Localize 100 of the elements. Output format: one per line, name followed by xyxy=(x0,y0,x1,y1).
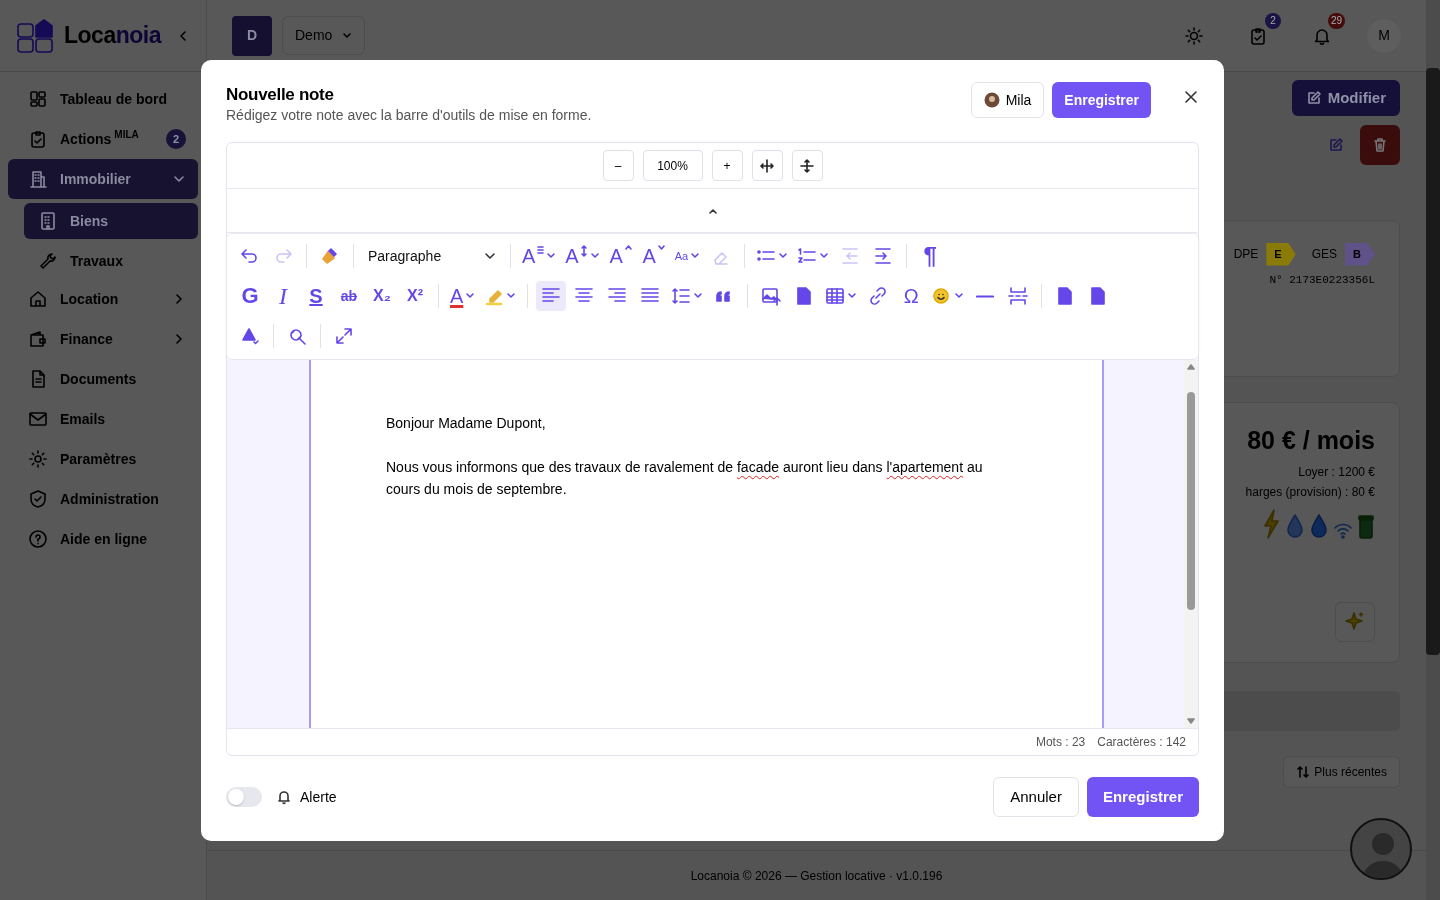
author-button[interactable]: Mila xyxy=(970,82,1045,118)
line-height-icon xyxy=(671,286,692,307)
collapse-icon[interactable] xyxy=(707,206,718,215)
paintbrush-icon xyxy=(320,246,340,267)
font-family-button[interactable]: A xyxy=(519,241,560,272)
vertical-arrows-icon xyxy=(580,245,588,258)
sidebar-item[interactable]: Location xyxy=(8,279,198,319)
edit-icon[interactable] xyxy=(1328,137,1344,153)
sidebar-label: Location xyxy=(60,289,119,309)
zoom-out-button[interactable]: – xyxy=(602,150,634,182)
sun-icon xyxy=(1184,25,1204,46)
page-break-icon xyxy=(1008,286,1029,307)
wifi-icon xyxy=(1333,521,1353,539)
sidebar-label: Travaux xyxy=(70,251,123,271)
save-button[interactable]: Enregistrer xyxy=(1052,82,1151,118)
sidebar-label: Tableau de bord xyxy=(60,89,168,109)
sidebar-label: Documents xyxy=(60,369,137,389)
scroll-down-icon[interactable] xyxy=(1187,718,1195,725)
close-button[interactable] xyxy=(1185,90,1199,105)
move-vertical-icon xyxy=(799,157,815,174)
sidebar-item[interactable]: Emails xyxy=(8,399,198,439)
settings-icon xyxy=(28,449,48,469)
formatting-marks-button[interactable]: ¶ xyxy=(915,241,946,272)
scrollbar[interactable] xyxy=(1426,0,1440,900)
trash-icon xyxy=(1372,137,1388,153)
caret-icon xyxy=(342,30,353,41)
scroll-up-icon[interactable] xyxy=(1187,364,1195,371)
outdent-icon xyxy=(840,246,861,267)
table-icon xyxy=(825,286,846,307)
sidebar-item[interactable]: Tableau de bord xyxy=(8,79,198,119)
block-format-select[interactable]: Paragraphe xyxy=(362,241,502,272)
certificate-number: N° 2173E0223356L xyxy=(1268,272,1375,288)
sort-icon xyxy=(1296,765,1311,779)
sort-button[interactable]: Plus récentes xyxy=(1283,756,1400,788)
energy-label: DPE xyxy=(1233,246,1259,264)
zoom-in-button[interactable]: + xyxy=(711,150,743,182)
user-avatar[interactable]: M xyxy=(1367,18,1401,53)
sidebar-item[interactable]: Administration xyxy=(8,479,198,519)
paragraph: Nous vous informons que des travaux de ravalement de facade auront lieu dans l'apartement au cours du mois de septembre. xyxy=(386,458,984,500)
clipboard-icon xyxy=(28,129,48,149)
sidebar-item[interactable]: Aide en ligne xyxy=(8,519,198,559)
sidebar-item[interactable]: Finance xyxy=(8,319,198,359)
workspace-dropdown[interactable]: Demo xyxy=(282,16,366,55)
fit-height-button[interactable] xyxy=(791,150,823,182)
dashboard-icon xyxy=(28,89,48,109)
sidebar-label: Aide en ligne xyxy=(60,529,148,549)
strikethrough-button[interactable]: ab xyxy=(334,281,364,312)
sparkle-button[interactable] xyxy=(1335,602,1375,642)
sidebar-subitem[interactable]: Travaux xyxy=(24,243,198,279)
edit-icon xyxy=(1305,90,1322,106)
energy-grade: E xyxy=(1266,243,1296,266)
shrink-font-button[interactable]: A xyxy=(638,241,669,272)
underline-button[interactable]: S xyxy=(301,281,331,312)
rent-total: 80 € / mois xyxy=(1247,425,1375,455)
bold-button[interactable]: G xyxy=(235,281,265,312)
font-size-button[interactable]: A xyxy=(562,241,603,272)
scrollbar[interactable] xyxy=(1184,360,1198,729)
energy-label: GES xyxy=(1311,246,1338,264)
fit-width-button[interactable] xyxy=(751,150,783,182)
cancel-button[interactable]: Annuler xyxy=(993,777,1079,817)
symbol-button[interactable]: Ω xyxy=(896,281,927,312)
superscript-button[interactable]: X² xyxy=(400,281,430,312)
drop-icon xyxy=(1285,513,1305,539)
sidebar-item[interactable]: Actions MILA 2 xyxy=(8,119,198,159)
sidebar-label: Emails xyxy=(60,409,106,429)
find-replace-icon xyxy=(287,326,307,347)
home-icon xyxy=(28,289,48,309)
sidebar-item[interactable]: Paramètres xyxy=(8,439,198,479)
sidebar-item[interactable]: Immobilier xyxy=(8,159,198,199)
workspace-avatar[interactable]: D xyxy=(232,15,272,56)
building-icon xyxy=(28,169,48,189)
grow-font-button[interactable]: A xyxy=(605,241,636,272)
subscript-button[interactable]: X₂ xyxy=(367,281,397,312)
fill-icon xyxy=(240,326,260,347)
italic-button[interactable]: I xyxy=(268,281,298,312)
alert-label: Alerte xyxy=(300,787,337,807)
charges-amount: harges (provision) : 80 € xyxy=(1245,484,1375,501)
sparkle-icon xyxy=(1344,611,1366,633)
indent-icon xyxy=(873,246,894,267)
alert-toggle[interactable] xyxy=(226,787,262,807)
count-badge: 29 xyxy=(1327,12,1345,29)
align-left-button[interactable] xyxy=(536,281,567,312)
fullscreen-icon xyxy=(334,326,354,347)
lightning-icon xyxy=(1261,509,1281,539)
zoom-value: 100% xyxy=(642,150,703,182)
edit-button[interactable]: Modifier xyxy=(1291,80,1400,116)
shield-icon xyxy=(28,489,48,509)
delete-button[interactable] xyxy=(1360,125,1400,165)
avatar xyxy=(983,92,1000,108)
word-count: Mots : 23 xyxy=(1035,734,1086,752)
modal-subtitle: Rédigez votre note avec la barre d'outils de mise en forme. xyxy=(226,106,592,126)
sidebar-item[interactable]: Documents xyxy=(8,359,198,399)
text-case-button[interactable]: Aa xyxy=(671,241,704,272)
rent-amount: Loyer : 1200 € xyxy=(1298,464,1375,481)
sidebar-subitem[interactable]: Biens xyxy=(24,203,198,239)
help-icon xyxy=(28,529,48,549)
save-button[interactable]: Enregistrer xyxy=(1086,777,1199,817)
bin-icon xyxy=(1357,513,1375,539)
caret-up-icon xyxy=(624,245,632,251)
text-color-button[interactable]: A xyxy=(447,281,479,312)
